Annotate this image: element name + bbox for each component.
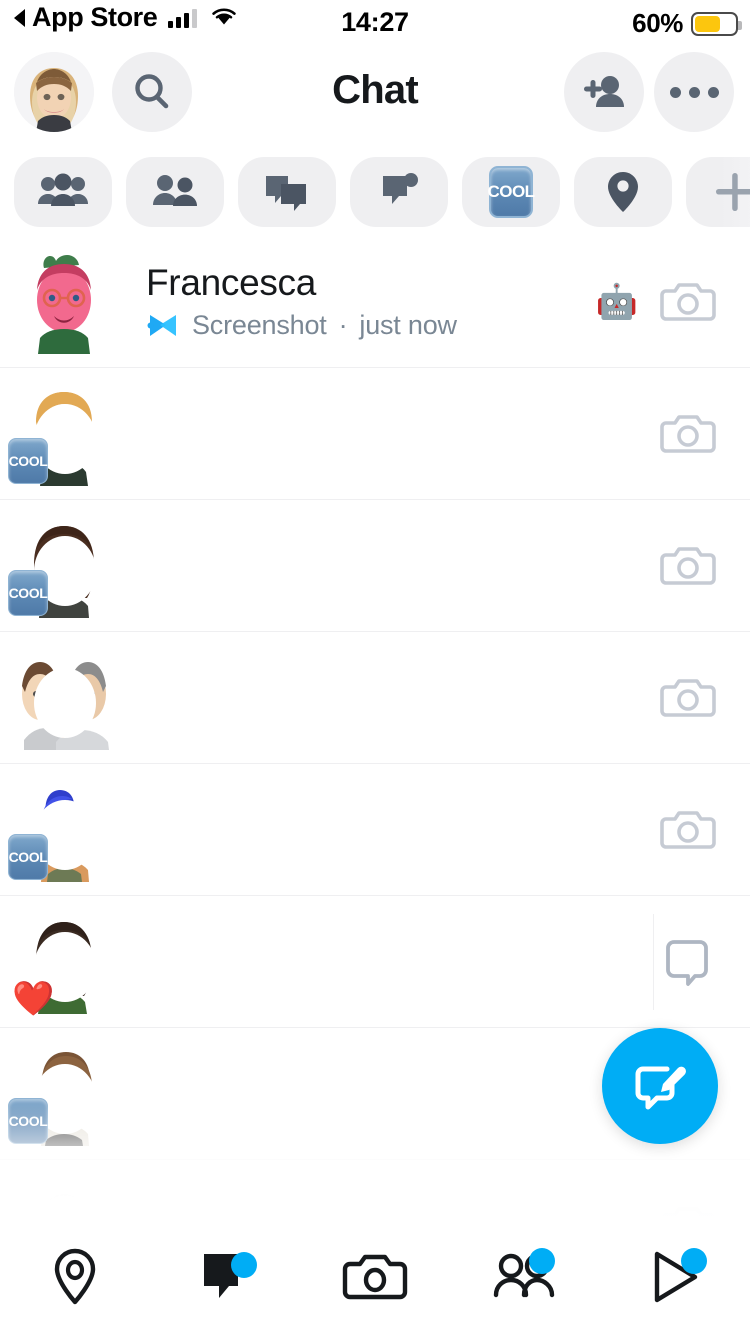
chat-timestamp: just now [359,310,457,341]
chat-text [114,827,660,833]
cool-charm-badge: COOL [8,1097,48,1144]
tab-friends[interactable] [450,1220,600,1334]
robot-emoji: 🤖 [595,282,638,321]
tab-camera[interactable] [300,1220,450,1334]
more-options-button[interactable] [654,52,734,132]
avatar[interactable]: ❤️ [12,907,114,1018]
avatar[interactable] [14,643,114,753]
redacted-face [34,667,96,738]
screenshot-icon [147,314,176,336]
bottom-tab-bar[interactable] [0,1220,750,1334]
battery-icon [691,11,742,36]
chat-name: Francesca [146,261,317,303]
add-friend-button[interactable] [564,52,644,132]
chat-bubble-icon [666,939,708,986]
camera-icon [660,282,716,321]
chat-text [114,431,660,437]
avatar[interactable]: COOL [8,511,114,621]
cool-charm-filter-chip[interactable]: COOL [462,157,560,227]
chat-actions[interactable] [664,936,750,988]
filter-chip-row[interactable]: COOL [0,156,750,228]
chat-list-item[interactable]: COOL [0,368,750,500]
chat-actions[interactable] [660,673,750,723]
unread-chats-filter-chip[interactable] [238,157,336,227]
chat-status: Screenshot · just now [146,310,596,341]
status-bar-right: 60% [632,8,742,39]
camera-icon [660,678,716,717]
location-filter-chip[interactable] [574,157,672,227]
status-bar: App Store 14:27 60% [0,0,750,44]
tab-friends-badge [529,1248,555,1274]
cool-charm-badge: COOL [8,569,48,616]
avatar[interactable]: COOL [8,1039,114,1149]
chat-text [114,959,653,965]
heart-charm-icon: ❤️ [12,979,55,1018]
chat-actions[interactable]: 🤖 [596,277,750,327]
battery-percent-label: 60% [632,8,683,38]
avatar[interactable]: COOL [8,379,114,489]
tab-chat[interactable] [150,1220,300,1334]
chat-status-label: Screenshot [192,310,327,341]
tab-chat-badge [231,1252,257,1278]
single-chat-bubble-icon [383,173,418,204]
new-chat-button[interactable] [602,1028,718,1144]
double-chat-bubble-icon [266,176,306,211]
cool-charm-badge: COOL [8,833,48,880]
tab-spotlight-badge [681,1248,707,1274]
chat-text [114,1091,653,1097]
group-of-people-icon [38,173,88,206]
location-pin-icon [608,172,638,212]
chat-list-item[interactable]: COOL [0,764,750,896]
two-people-icon [153,175,197,206]
chat-list-item[interactable]: Francesca Screenshot · just now 🤖 [0,236,750,368]
chat-text [114,695,660,701]
chat-actions[interactable] [660,541,750,591]
cool-badge-icon: COOL [487,166,535,218]
chat-actions[interactable] [660,805,750,855]
chat-text: Francesca Screenshot · just now [114,262,596,342]
chat-list-item[interactable]: COOL [0,500,750,632]
cool-charm-badge: COOL [8,437,48,484]
snapchat-chat-screen: App Store 14:27 60% Chat COOL Francesca … [0,0,750,1334]
plus-icon [716,173,750,211]
more-options-icon [669,86,719,98]
location-pin-icon [54,1248,96,1305]
chat-list-item[interactable]: ❤️ [0,896,750,1028]
chat-text [114,563,660,569]
friends-filter-chip[interactable] [126,157,224,227]
chat-list-item[interactable] [0,632,750,764]
tab-map[interactable] [0,1220,150,1334]
add-filter-chip[interactable] [686,157,750,227]
page-header: Chat [0,48,750,134]
camera-icon [342,1254,408,1300]
groups-filter-chip[interactable] [14,157,112,227]
camera-icon [660,546,716,585]
camera-icon [660,810,716,849]
chat-actions[interactable] [660,409,750,459]
avatar[interactable]: COOL [8,775,114,885]
compose-chat-icon [635,1066,686,1110]
chat-filter-chip[interactable] [350,157,448,227]
chat-status-separator: · [338,310,348,341]
add-friend-icon [584,76,624,107]
camera-icon [660,414,716,453]
row-divider [652,913,654,1010]
avatar[interactable] [14,247,114,357]
tab-spotlight[interactable] [600,1220,750,1334]
